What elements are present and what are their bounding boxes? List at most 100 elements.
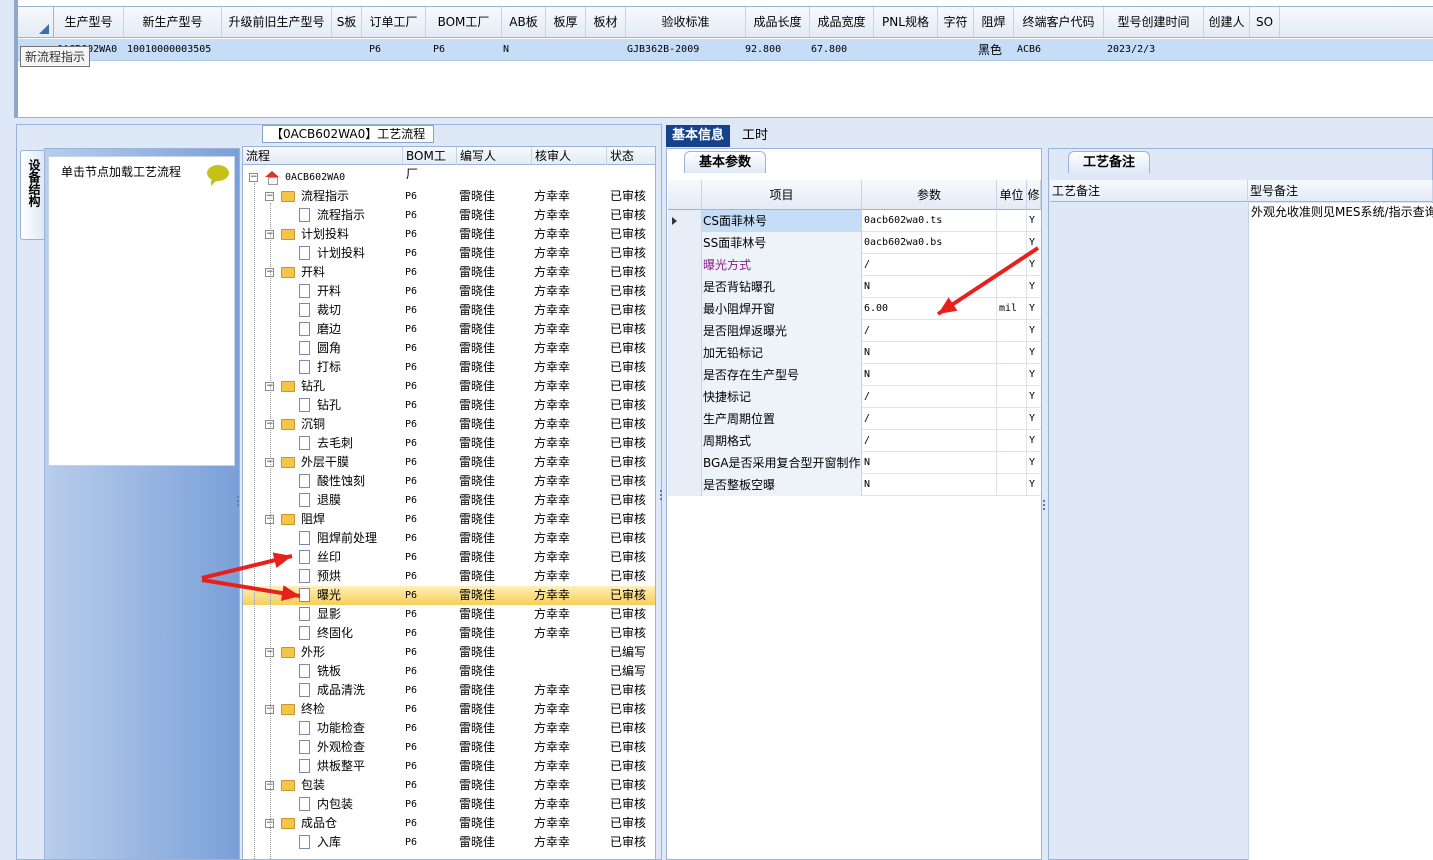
col-header-pnl[interactable]: PNL规格 — [874, 7, 938, 37]
col-header-created[interactable]: 型号创建时间 — [1104, 7, 1204, 37]
left-splitter-handle[interactable] — [237, 496, 241, 512]
param-value[interactable]: 6.00 — [862, 298, 997, 320]
tree-row[interactable]: 丝印 P6 雷晓佳 方幸幸 已审核 — [243, 548, 655, 567]
col-header-char[interactable]: 字符 — [938, 7, 974, 37]
tree-row[interactable]: 内包装 P6 雷晓佳 方幸幸 已审核 — [243, 795, 655, 814]
tree-row[interactable]: 钻孔 P6 雷晓佳 方幸幸 已审核 — [243, 396, 655, 415]
param-value[interactable]: / — [862, 408, 997, 430]
col-header-solder[interactable]: 阻焊 — [974, 7, 1014, 37]
tree-row[interactable]: 裁切 P6 雷晓佳 方幸幸 已审核 — [243, 301, 655, 320]
param-value[interactable]: N — [862, 342, 997, 364]
tree-row[interactable]: − 外层干膜 P6 雷晓佳 方幸幸 已审核 — [243, 453, 655, 472]
col-header-ab-board[interactable]: AB板 — [502, 7, 546, 37]
tree-row[interactable]: 去毛刺 P6 雷晓佳 方幸幸 已审核 — [243, 434, 655, 453]
params-corner-icon[interactable] — [668, 180, 702, 210]
tree-row[interactable]: − 成品仓 P6 雷晓佳 方幸幸 已审核 — [243, 814, 655, 833]
param-row[interactable]: 是否背钻曝孔 N Y — [668, 276, 1041, 298]
param-row[interactable]: BGA是否采用复合型开窗制作 N Y — [668, 452, 1041, 474]
tree-row[interactable]: − 钻孔 P6 雷晓佳 方幸幸 已审核 — [243, 377, 655, 396]
tree-row[interactable]: − 外形 P6 雷晓佳 已编写 — [243, 643, 655, 662]
param-row[interactable]: 最小阻焊开窗 6.00 mil Y — [668, 298, 1041, 320]
param-row[interactable]: 快捷标记 / Y — [668, 386, 1041, 408]
tree-row[interactable]: 外观检查 P6 雷晓佳 方幸幸 已审核 — [243, 738, 655, 757]
param-row[interactable]: 是否整板空曝 N Y — [668, 474, 1041, 496]
tree-row[interactable]: − 终检 P6 雷晓佳 方幸幸 已审核 — [243, 700, 655, 719]
model-row[interactable]: 0ACB602WA0 10010000003505 P6 P6 N GJB362… — [18, 39, 1433, 61]
tree-row[interactable]: 打标 P6 雷晓佳 方幸幸 已审核 — [243, 358, 655, 377]
col-header-new-model[interactable]: 新生产型号 — [124, 7, 222, 37]
col-header-length[interactable]: 成品长度 — [746, 7, 810, 37]
col-header-material[interactable]: 板材 — [586, 7, 626, 37]
param-row[interactable]: 是否阻焊返曝光 / Y — [668, 320, 1041, 342]
tree-row[interactable]: 入库 P6 雷晓佳 方幸幸 已审核 — [243, 833, 655, 852]
remark-col-model[interactable]: 型号备注 — [1248, 180, 1433, 202]
params-col-value[interactable]: 参数 — [862, 180, 997, 210]
tree-row[interactable]: 圆角 P6 雷晓佳 方幸幸 已审核 — [243, 339, 655, 358]
collapse-icon[interactable]: − — [265, 192, 274, 201]
right-splitter-handle[interactable] — [1043, 500, 1047, 516]
param-value[interactable]: / — [862, 254, 997, 276]
param-row[interactable]: SS面菲林号 0acb602wa0.bs Y — [668, 232, 1041, 254]
param-row[interactable]: 周期格式 / Y — [668, 430, 1041, 452]
col-header-bom-factory[interactable]: BOM工厂 — [426, 7, 502, 37]
tree-row[interactable]: 阻焊前处理 P6 雷晓佳 方幸幸 已审核 — [243, 529, 655, 548]
param-row[interactable]: 加无铅标记 N Y — [668, 342, 1041, 364]
tree-col-reviewer[interactable]: 核审人 — [532, 147, 607, 165]
tree-row[interactable]: 功能检查 P6 雷晓佳 方幸幸 已审核 — [243, 719, 655, 738]
param-value[interactable]: / — [862, 386, 997, 408]
params-col-unit[interactable]: 单位 — [997, 180, 1027, 210]
tree-row[interactable]: − 阻焊 P6 雷晓佳 方幸幸 已审核 — [243, 510, 655, 529]
param-value[interactable]: N — [862, 474, 997, 496]
tree-col-status[interactable]: 状态 — [607, 147, 655, 165]
collapse-icon[interactable]: − — [249, 173, 258, 182]
tree-row[interactable]: 成品清洗 P6 雷晓佳 方幸幸 已审核 — [243, 681, 655, 700]
tree-row[interactable]: 铣板 P6 雷晓佳 已编写 — [243, 662, 655, 681]
col-header-creator[interactable]: 创建人 — [1204, 7, 1250, 37]
grid-corner-icon[interactable] — [18, 7, 54, 37]
tree-row[interactable]: 烘板整平 P6 雷晓佳 方幸幸 已审核 — [243, 757, 655, 776]
tab-basic-info[interactable]: 基本信息 — [666, 125, 731, 147]
tree-row[interactable]: 退膜 P6 雷晓佳 方幸幸 已审核 — [243, 491, 655, 510]
col-header-order-factory[interactable]: 订单工厂 — [362, 7, 426, 37]
param-value[interactable]: 0acb602wa0.bs — [862, 232, 997, 254]
model-remark-cell[interactable]: 外观允收准则见MES系统/指示查询/ — [1248, 203, 1433, 860]
tree-row[interactable]: − 包装 P6 雷晓佳 方幸幸 已审核 — [243, 776, 655, 795]
col-header-customer[interactable]: 终端客户代码 — [1014, 7, 1104, 37]
param-row[interactable]: CS面菲林号 0acb602wa0.ts Y — [668, 210, 1041, 232]
param-value[interactable]: N — [862, 276, 997, 298]
param-value[interactable]: / — [862, 430, 997, 452]
col-header-old-model[interactable]: 升级前旧生产型号 — [222, 7, 332, 37]
tree-row[interactable]: 流程指示 P6 雷晓佳 方幸幸 已审核 — [243, 206, 655, 225]
tree-col-flow[interactable]: 流程 — [243, 147, 403, 165]
tree-row[interactable]: 开料 P6 雷晓佳 方幸幸 已审核 — [243, 282, 655, 301]
tree-row[interactable]: 酸性蚀刻 P6 雷晓佳 方幸幸 已审核 — [243, 472, 655, 491]
param-row[interactable]: 是否存在生产型号 N Y — [668, 364, 1041, 386]
tree-root[interactable]: − 0ACB602WA0 — [243, 168, 655, 187]
tree-row[interactable]: − 开料 P6 雷晓佳 方幸幸 已审核 — [243, 263, 655, 282]
tree-row[interactable]: 显影 P6 雷晓佳 方幸幸 已审核 — [243, 605, 655, 624]
col-header-standard[interactable]: 验收标准 — [626, 7, 746, 37]
side-tab-equipment[interactable]: 设备结构 — [20, 150, 44, 240]
tree-row[interactable]: 终固化 P6 雷晓佳 方幸幸 已审核 — [243, 624, 655, 643]
tree-row[interactable]: − 计划投料 P6 雷晓佳 方幸幸 已审核 — [243, 225, 655, 244]
param-value[interactable]: / — [862, 320, 997, 342]
params-col-item[interactable]: 项目 — [702, 180, 862, 210]
tree-col-bom[interactable]: BOM工厂 — [403, 147, 457, 181]
params-col-mod[interactable]: 修 — [1027, 180, 1041, 210]
param-row[interactable]: 生产周期位置 / Y — [668, 408, 1041, 430]
param-value[interactable]: N — [862, 452, 997, 474]
horizontal-splitter[interactable] — [800, 118, 860, 129]
param-row[interactable]: 曝光方式 / Y — [668, 254, 1041, 276]
tree-row[interactable]: − 沉铜 P6 雷晓佳 方幸幸 已审核 — [243, 415, 655, 434]
tree-row[interactable]: − 流程指示 P6 雷晓佳 方幸幸 已审核 — [243, 187, 655, 206]
param-value[interactable]: 0acb602wa0.ts — [862, 210, 997, 232]
tab-basic-params[interactable]: 基本参数 — [684, 151, 767, 173]
tree-row[interactable]: 预烘 P6 雷晓佳 方幸幸 已审核 — [243, 567, 655, 586]
col-header-width[interactable]: 成品宽度 — [810, 7, 874, 37]
col-header-so[interactable]: SO — [1250, 7, 1280, 37]
tree-col-writer[interactable]: 编写人 — [457, 147, 532, 165]
tab-work-hours[interactable]: 工时 — [736, 125, 774, 147]
col-header-s-board[interactable]: S板 — [332, 7, 362, 37]
tree-row[interactable]: 计划投料 P6 雷晓佳 方幸幸 已审核 — [243, 244, 655, 263]
tree-row[interactable]: 曝光 P6 雷晓佳 方幸幸 已审核 — [243, 586, 655, 605]
